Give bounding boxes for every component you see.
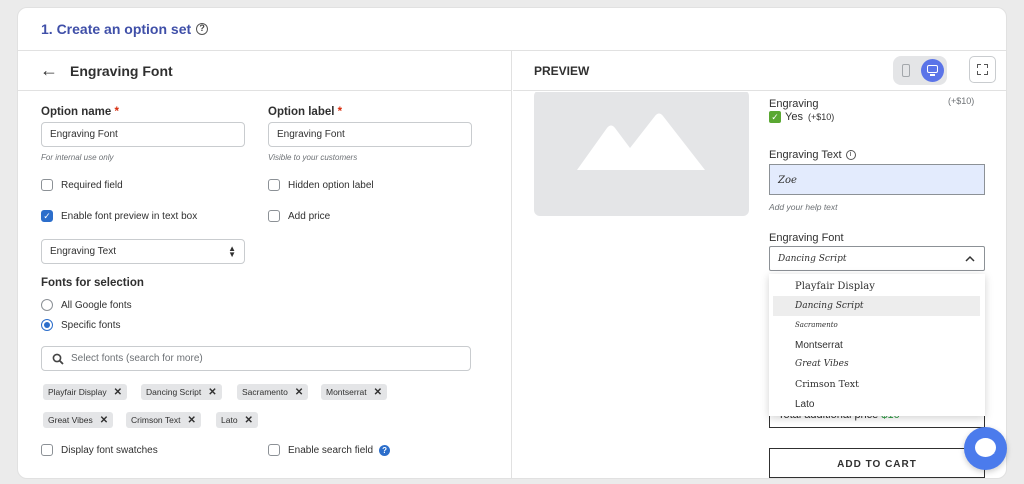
fullscreen-button[interactable] [969, 56, 996, 83]
remove-tag-icon[interactable]: ✕ [374, 387, 382, 398]
font-tag: Great Vibes ✕ [43, 412, 114, 428]
target-field-select[interactable]: Engraving Text ▲ ▼ [41, 239, 245, 264]
add-to-cart-button[interactable]: ADD TO CART [769, 448, 985, 478]
radio-label: Specific fonts [61, 319, 121, 331]
editor-title: Engraving Font [70, 62, 173, 79]
option-label-label: Option label * [268, 106, 343, 118]
section-title: 1. Create an option set [41, 21, 192, 37]
fullscreen-icon [977, 64, 981, 68]
remove-tag-icon[interactable]: ✕ [114, 387, 122, 398]
option-price: (+$10) [807, 112, 835, 122]
dropdown-item-selected[interactable]: Dancing Script [773, 296, 980, 316]
image-icon [577, 113, 705, 170]
option-name-hint: For internal use only [41, 153, 114, 162]
font-dropdown-list: Playfair Display Dancing Script Sacramen… [769, 274, 985, 416]
chat-widget-button[interactable] [964, 427, 1007, 470]
option-name-input[interactable]: Engraving Font [41, 122, 245, 147]
dropdown-item[interactable]: Great Vibes [773, 354, 980, 374]
remove-tag-icon[interactable]: ✕ [208, 387, 216, 398]
fonts-for-selection-label: Fonts for selection [41, 277, 144, 289]
device-toggle [893, 56, 947, 85]
product-image-placeholder [534, 92, 749, 216]
font-search-input[interactable]: Select fonts (search for more) [41, 346, 471, 371]
checkbox-box[interactable] [268, 210, 280, 222]
option-label-input[interactable]: Engraving Font [268, 122, 472, 147]
engraving-text-label: Engraving Text i [769, 149, 856, 161]
desktop-icon[interactable] [921, 59, 944, 82]
remove-tag-icon[interactable]: ✕ [295, 387, 303, 398]
engraving-label: Engraving [769, 98, 819, 110]
dropdown-item[interactable]: Playfair Display [773, 276, 980, 296]
chevron-up-icon [965, 255, 975, 262]
enable-font-preview-checkbox[interactable]: ✓ Enable font preview in text box [41, 210, 197, 222]
help-icon[interactable]: ? [379, 444, 391, 456]
mobile-icon[interactable] [902, 64, 910, 77]
checkmark-icon[interactable]: ✓ [41, 210, 53, 222]
info-icon[interactable]: i [845, 150, 856, 160]
radio-button[interactable] [41, 299, 53, 311]
preview-title: PREVIEW [534, 63, 590, 78]
font-tag: Sacramento ✕ [237, 384, 309, 400]
option-editor-panel: ← Engraving Font Option name * Engraving… [18, 51, 512, 478]
remove-tag-icon[interactable]: ✕ [100, 415, 108, 426]
font-tag: Playfair Display ✕ [43, 384, 127, 400]
engraving-price: (+$10) [948, 96, 975, 106]
engraving-text-input[interactable]: Zoe [769, 164, 985, 195]
option-name-label: Option name * [41, 106, 119, 118]
remove-tag-icon[interactable]: ✕ [187, 415, 195, 426]
checkbox-label: Add price [288, 210, 331, 222]
search-placeholder: Select fonts (search for more) [71, 353, 203, 364]
option-label-hint: Visible to your customers [268, 153, 358, 162]
help-circle-icon[interactable]: ? [196, 23, 209, 35]
back-arrow-icon[interactable]: ← [40, 60, 60, 81]
checkbox-label: Hidden option label [288, 179, 374, 191]
font-tag: Dancing Script ✕ [141, 384, 222, 400]
radio-all-google-fonts[interactable]: All Google fonts [41, 299, 132, 311]
select-value: Engraving Text [50, 246, 116, 257]
dropdown-item[interactable]: Sacramento [773, 315, 980, 335]
font-tag: Montserrat ✕ [321, 384, 388, 400]
dropdown-item[interactable]: Montserrat [773, 335, 980, 355]
select-arrows-icon: ▲ ▼ [228, 244, 236, 259]
section-header: 1. Create an option set ? [18, 8, 1006, 51]
checkbox-label: Display font swatches [61, 444, 158, 456]
remove-tag-icon[interactable]: ✕ [245, 415, 253, 426]
radio-specific-fonts[interactable]: Specific fonts [41, 319, 120, 331]
option-set-card: 1. Create an option set ? ← Engraving Fo… [17, 7, 1007, 479]
checkbox-box[interactable] [41, 444, 53, 456]
preview-body: Engraving (+$10) ✓ Yes (+$10) Engraving … [513, 92, 1006, 478]
checkbox-box[interactable] [268, 179, 280, 191]
add-price-checkbox[interactable]: Add price [268, 210, 330, 222]
radio-button[interactable] [41, 319, 53, 331]
display-font-swatches-checkbox[interactable]: Display font swatches [41, 444, 158, 456]
checkmark-icon[interactable]: ✓ [769, 111, 781, 123]
search-icon [52, 353, 64, 365]
engraving-font-select[interactable]: Dancing Script [769, 246, 985, 271]
dropdown-item[interactable]: Crimson Text [773, 374, 980, 394]
option-label: Yes [785, 111, 803, 123]
engraving-yes-option[interactable]: ✓ Yes (+$10) [769, 111, 834, 123]
editor-header: ← Engraving Font [18, 51, 511, 91]
radio-label: All Google fonts [61, 299, 132, 311]
hidden-option-label-checkbox[interactable]: Hidden option label [268, 179, 374, 191]
required-field-checkbox[interactable]: Required field [41, 179, 123, 191]
dropdown-item[interactable]: Lato [773, 394, 980, 414]
select-value: Dancing Script [778, 254, 847, 264]
checkbox-label: Enable search field [288, 444, 374, 456]
checkbox-box[interactable] [268, 444, 280, 456]
checkbox-label: Required field [61, 179, 123, 191]
font-tag: Crimson Text ✕ [126, 412, 201, 428]
engraving-font-label: Engraving Font [769, 232, 844, 244]
preview-panel: PREVIEW Engraving (+$10) ✓ Yes (+$10) En… [513, 51, 1006, 478]
checkbox-box[interactable] [41, 179, 53, 191]
checkbox-label: Enable font preview in text box [61, 210, 198, 222]
preview-header: PREVIEW [513, 51, 1006, 91]
font-tag: Lato ✕ [216, 412, 258, 428]
engraving-text-help: Add your help text [769, 202, 838, 212]
enable-search-field-checkbox[interactable]: Enable search field ? [268, 444, 391, 456]
